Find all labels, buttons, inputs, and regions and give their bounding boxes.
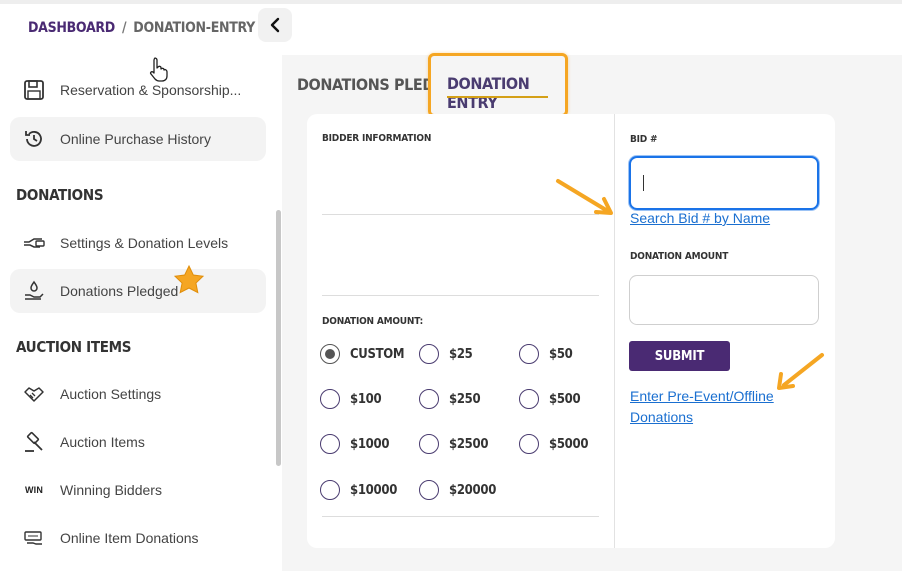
radio-custom[interactable]: CUSTOM (320, 344, 405, 364)
handshake-icon (22, 382, 46, 406)
divider (322, 295, 599, 296)
win-icon: WIN (22, 478, 46, 502)
sidebar-item-online-item-donations[interactable]: Online Item Donations (10, 516, 266, 560)
donation-amount-label: DONATION AMOUNT (630, 251, 729, 262)
radio-button[interactable] (419, 389, 439, 409)
submit-button[interactable]: SUBMIT (629, 341, 730, 371)
radio-button[interactable] (519, 434, 539, 454)
radio-label: $50 (549, 346, 573, 362)
radio-label: $500 (549, 391, 581, 407)
bid-number-label: BID # (630, 134, 658, 145)
sidebar-item-label: Auction Items (60, 434, 145, 450)
radio-button[interactable] (320, 389, 340, 409)
sidebar-item-label: Online Item Donations (60, 530, 199, 546)
radio-50[interactable]: $50 (519, 344, 573, 364)
radio-button[interactable] (320, 434, 340, 454)
search-bid-by-name-link[interactable]: Search Bid # by Name (630, 208, 770, 229)
radio-label: $5000 (549, 436, 589, 452)
collapse-sidebar-button[interactable] (258, 8, 292, 42)
divider (322, 516, 599, 517)
tab-donation-entry[interactable]: DONATION ENTRY (447, 74, 565, 112)
text-caret (643, 175, 644, 191)
sidebar-item-settings-donation-levels[interactable]: Settings & Donation Levels (10, 221, 266, 265)
sidebar-item-reservation[interactable]: Reservation & Sponsorship... (10, 68, 266, 112)
donation-amount-options-label: DONATION AMOUNT: (322, 316, 424, 327)
radio-button[interactable] (320, 344, 340, 364)
sidebar-item-label: Online Purchase History (60, 131, 211, 147)
gavel-icon (22, 430, 46, 454)
donation-amount-input[interactable] (629, 275, 819, 325)
column-divider (614, 114, 615, 548)
radio-button[interactable] (320, 480, 340, 500)
radio-label: $1000 (350, 436, 390, 452)
pre-event-offline-donations-link[interactable]: Enter Pre-Event/Offline Donations (630, 386, 800, 428)
sidebar-item-label: Reservation & Sponsorship... (60, 82, 242, 98)
radio-button[interactable] (419, 434, 439, 454)
radio-label: $100 (350, 391, 382, 407)
radio-100[interactable]: $100 (320, 389, 382, 409)
donation-entry-card: BIDDER INFORMATION DONATION AMOUNT: CUST… (307, 114, 835, 548)
sidebar-item-label: Auction Settings (60, 386, 162, 402)
radio-label: $2500 (449, 436, 489, 452)
radio-1000[interactable]: $1000 (320, 434, 390, 454)
sidebar-item-donations-pledged[interactable]: Donations Pledged (10, 269, 266, 313)
sidebar-item-auction-items[interactable]: Auction Items (10, 420, 266, 464)
floppy-icon (22, 78, 46, 102)
chevron-left-icon (270, 17, 280, 33)
radio-button[interactable] (519, 344, 539, 364)
radio-label: $25 (449, 346, 473, 362)
sidebar-item-winning-bidders[interactable]: WIN Winning Bidders (10, 468, 266, 512)
donation-hand-icon (22, 279, 46, 303)
radio-250[interactable]: $250 (419, 389, 481, 409)
radio-label: CUSTOM (350, 346, 405, 362)
radio-button[interactable] (419, 344, 439, 364)
radio-5000[interactable]: $5000 (519, 434, 589, 454)
sidebar-item-label: Winning Bidders (60, 482, 162, 498)
history-icon (22, 127, 46, 151)
radio-label: $20000 (449, 482, 497, 498)
sidebar-item-online-purchase-history[interactable]: Online Purchase History (10, 117, 266, 161)
sidebar-item-auction-settings[interactable]: Auction Settings (10, 372, 266, 416)
divider (322, 214, 599, 215)
section-title-donations: DONATIONS (16, 186, 104, 204)
sidebar-item-label: Donations Pledged (60, 283, 179, 299)
hand-money-icon (22, 231, 46, 255)
donate-sign-icon (22, 526, 46, 550)
radio-25[interactable]: $25 (419, 344, 473, 364)
sidebar-scrollbar[interactable] (276, 210, 281, 466)
radio-500[interactable]: $500 (519, 389, 581, 409)
radio-20000[interactable]: $20000 (419, 480, 496, 500)
win-icon-text: WIN (24, 485, 44, 495)
bidder-information-label: BIDDER INFORMATION (322, 133, 432, 144)
main-content: DONATIONS PLEDGED DONATION ENTRY BIDDER … (282, 53, 902, 571)
radio-label: $10000 (350, 482, 398, 498)
sidebar-item-label: Settings & Donation Levels (60, 235, 229, 251)
tab-donation-entry-highlight: DONATION ENTRY (428, 53, 568, 117)
breadcrumb-current: DONATION-ENTRY (133, 20, 255, 36)
radio-label: $250 (449, 391, 481, 407)
radio-10000[interactable]: $10000 (320, 480, 397, 500)
radio-button[interactable] (519, 389, 539, 409)
sidebar: DASHBOARD / DONATION-ENTRY Reservation & S… (0, 4, 282, 571)
breadcrumb-dashboard-link[interactable]: DASHBOARD (28, 20, 115, 36)
bid-number-input[interactable] (629, 156, 819, 210)
active-tab-underline (447, 96, 548, 98)
radio-button[interactable] (419, 480, 439, 500)
breadcrumb: DASHBOARD / DONATION-ENTRY (28, 20, 255, 36)
radio-2500[interactable]: $2500 (419, 434, 489, 454)
section-title-auction-items: AUCTION ITEMS (16, 338, 132, 356)
breadcrumb-separator: / (121, 20, 127, 36)
